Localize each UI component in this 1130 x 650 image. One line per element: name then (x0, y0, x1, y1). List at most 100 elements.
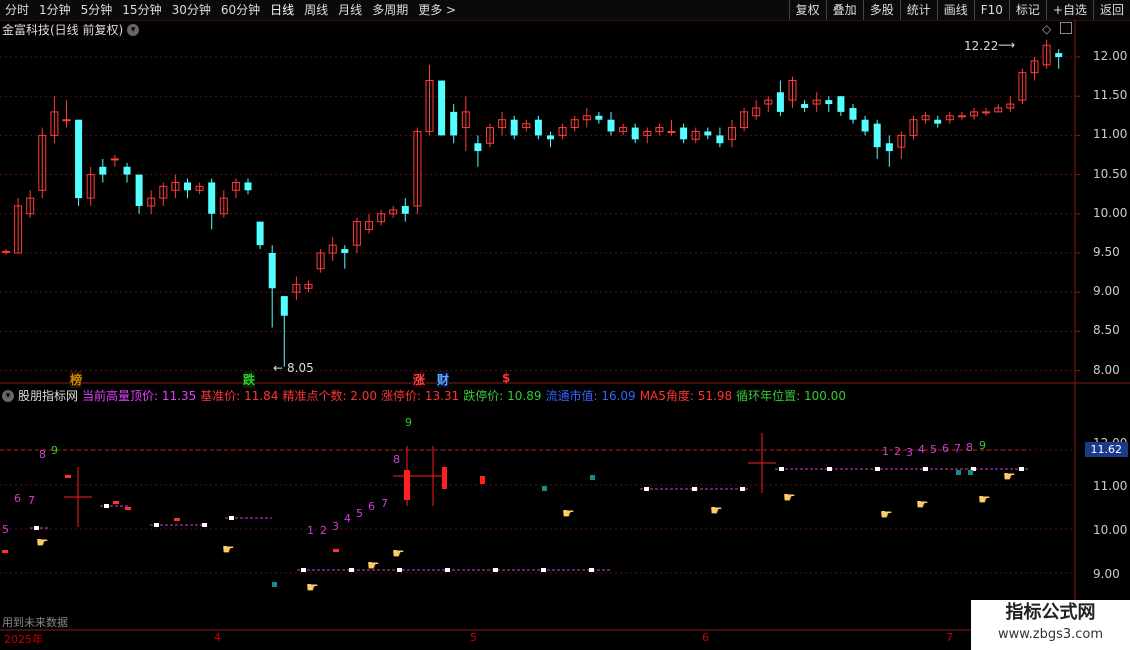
time-label-year: 2025年 (4, 633, 43, 646)
arrow-right-icon: ⟶ (998, 38, 1016, 52)
candle-body-down (849, 107, 857, 120)
level-dot (1019, 467, 1024, 471)
candle-body-down (135, 174, 143, 206)
teal-square (542, 486, 547, 491)
red-bar (480, 476, 485, 484)
watermark-title: 指标公式网 (1005, 602, 1096, 623)
level-dot (202, 523, 207, 527)
level-dot (740, 487, 745, 491)
price-axis-label: 10.50 (1093, 166, 1128, 181)
candle-body-down (534, 119, 542, 136)
level-dot (827, 467, 832, 471)
chevron-down-icon[interactable]: ▾ (2, 389, 14, 402)
event-marker-bang[interactable]: 榜 (70, 371, 83, 388)
high-price-label: 12.22 (964, 39, 999, 53)
sequence-number: 9 (979, 439, 986, 452)
candle-body-down (873, 123, 881, 148)
indicator-item-5: 流通市值: 16.09 (545, 389, 636, 403)
candle-body-down (825, 100, 833, 105)
level-dot (493, 568, 498, 572)
event-marker-die[interactable]: 跌 (243, 371, 256, 388)
candle-body-down (75, 119, 83, 199)
candle-body-down (184, 182, 191, 191)
price-axis-label: 9.50 (1093, 245, 1120, 259)
hand-pointer-icon: ☛ (36, 535, 49, 551)
teal-square (968, 470, 973, 475)
sequence-number: 6 (14, 492, 21, 505)
indicator-item-2: 精准点个数: 2.00 (282, 389, 378, 403)
indicator-title-bar: ▾ 股朋指标网 当前高量顶价: 11.35 基准价: 11.84 精准点个数: 2.… (2, 387, 846, 404)
future-data-note: 用到未来数据 (2, 616, 68, 629)
teal-square (956, 470, 961, 475)
indicator-values: 当前高量顶价: 11.35 基准价: 11.84 精准点个数: 2.00 涨停价: 1… (82, 387, 846, 404)
candle-body-down (801, 104, 809, 108)
sequence-number: 6 (368, 500, 375, 513)
red-tick (2, 550, 8, 553)
price-axis-label: 8.50 (1093, 323, 1120, 338)
indicator-name: 股朋指标网 (18, 389, 79, 403)
level-dot (104, 504, 109, 508)
candle-body-down (401, 205, 409, 214)
price-axis-label: 9.00 (1093, 284, 1120, 299)
sequence-number: 7 (381, 497, 388, 510)
candle-body-down (934, 119, 942, 124)
candle-body-down (341, 249, 349, 253)
candle-body-down (680, 127, 688, 140)
red-tick (125, 507, 131, 510)
level-dot (154, 523, 159, 527)
level-dot (779, 467, 784, 471)
sequence-number: 2 (894, 445, 901, 458)
candle-body-down (607, 119, 615, 132)
current-value-badge: 11.62 (1084, 442, 1128, 457)
sequence-number: 8 (39, 448, 46, 461)
indicator-item-7: 循环年位置: 100.00 (736, 389, 846, 403)
site-watermark: 指标公式网 www.zbgs3.com (971, 600, 1130, 650)
level-dot (397, 568, 402, 572)
candle-body-down (837, 96, 845, 112)
teal-square (272, 582, 277, 587)
hand-pointer-icon: ☛ (880, 507, 893, 523)
candle-body-down (716, 135, 724, 144)
sequence-number: 7 (954, 442, 961, 455)
arrow-left-icon: ← (273, 361, 284, 375)
sequence-number: 9 (405, 416, 412, 429)
candle-body-down (256, 221, 264, 246)
candle-body-down (1055, 53, 1063, 57)
event-marker-dollar[interactable]: $ (502, 371, 510, 385)
candle-body-up (62, 119, 71, 122)
level-dot (692, 487, 697, 491)
candle-body-down (776, 92, 784, 112)
level-dot (34, 526, 39, 530)
kline-chart: 56 78 91 2 34 56 7891 2 3 4 5 6 7 8 9☛ ☛☛☛☛☛ ☛☛☛☛ ☛☛ (0, 20, 1130, 631)
price-axis-label: 11.50 (1093, 88, 1128, 103)
candle-body-down (861, 119, 869, 132)
event-marker-cai[interactable]: 财 (437, 371, 450, 388)
sequence-number: 7 (28, 494, 35, 507)
red-tick (333, 549, 339, 552)
red-tick (113, 501, 119, 504)
indicator-axis-label: 11.00 (1093, 479, 1128, 493)
level-dot (445, 568, 450, 572)
candle-body-down (885, 143, 893, 152)
event-marker-zhang[interactable]: 涨 (413, 371, 426, 388)
level-dot (229, 516, 234, 520)
price-axis-label: 10.00 (1093, 205, 1128, 220)
candle-body-up (2, 250, 10, 253)
sequence-number: 3 (906, 446, 913, 459)
candle-body-up (110, 158, 119, 161)
candle-body-up (667, 130, 676, 133)
candle-body-down (474, 143, 482, 152)
sequence-number: 9 (51, 444, 58, 457)
indicator-item-6: MA5角度: 51.98 (639, 389, 733, 403)
hand-pointer-icon: ☛ (1003, 469, 1016, 485)
indicator-axis-label: 9.00 (1093, 567, 1120, 581)
sequence-number: 1 (307, 524, 314, 537)
candle-body-down (268, 253, 276, 289)
candle-body-down (280, 296, 288, 316)
level-dot (875, 467, 880, 471)
sequence-number: 4 (344, 512, 351, 525)
hand-pointer-icon: ☛ (783, 490, 796, 506)
candle-body-up (982, 111, 991, 114)
candle-body-down (208, 182, 216, 214)
red-bar (404, 470, 410, 500)
